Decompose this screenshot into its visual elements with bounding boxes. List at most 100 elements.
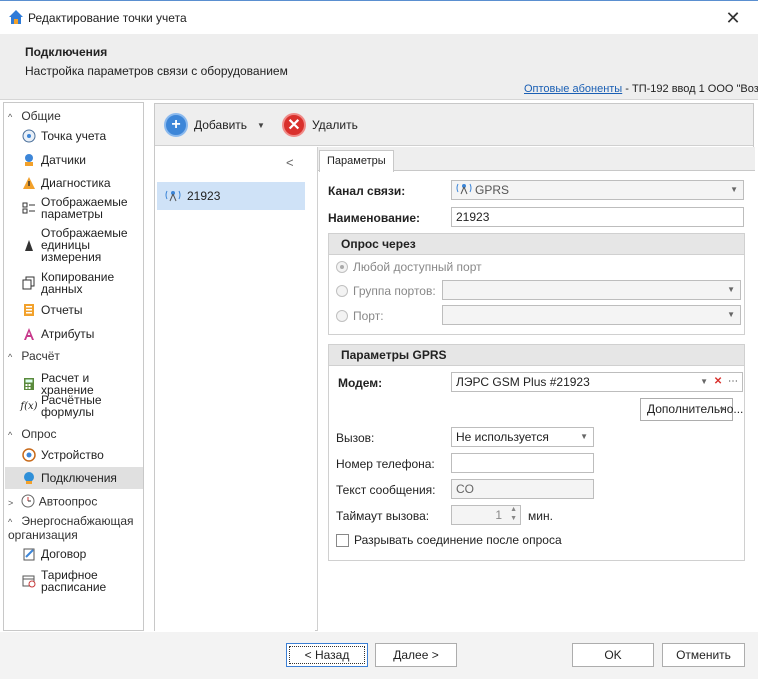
nav-item-attributes[interactable]: Атрибуты [22, 327, 94, 341]
list-item-label: 21923 [187, 189, 221, 203]
radio-any-port[interactable]: Любой доступный порт [336, 260, 482, 274]
window-title: Редактирование точки учета [28, 11, 187, 25]
nav-item-device[interactable]: Устройство [22, 448, 104, 462]
nav-item-tariff[interactable]: Тарифное расписание [22, 569, 143, 593]
clear-icon[interactable]: ✕ [714, 376, 722, 387]
next-button[interactable]: Далее > [375, 643, 457, 667]
chevron-down-icon[interactable]: ▼ [700, 377, 708, 386]
gprs-title: Параметры GPRS [329, 345, 744, 366]
nav-item-label: Автоопрос [38, 494, 98, 509]
channel-select[interactable]: GPRS ▼ [451, 180, 744, 200]
chevron-down-icon: ▼ [727, 310, 735, 319]
port-select[interactable]: ▼ [442, 305, 741, 325]
formula-icon: f(x) [20, 400, 38, 412]
nav-item-formulas[interactable]: f(x) Расчётные формулы [20, 393, 143, 419]
meter-point-icon [22, 129, 36, 143]
chevron-down-icon[interactable]: ▼ [257, 121, 265, 130]
nav-group-calculation[interactable]: ^ Расчёт [8, 349, 60, 363]
nav-item-label: Диагностика [41, 176, 111, 190]
delete-icon: ✕ [282, 113, 306, 137]
chevron-up-icon: ^ [8, 352, 13, 362]
spin-icon[interactable]: ▲ ▼ [510, 505, 517, 523]
nav-item-meter-point[interactable]: Точка учета [22, 129, 106, 143]
nav-item-label: Отчеты [41, 303, 83, 317]
poll-via-title: Опрос через [329, 234, 744, 255]
radio-icon [336, 261, 348, 273]
nav-item-label: Атрибуты [41, 327, 95, 341]
tab-parameters[interactable]: Параметры [319, 150, 394, 172]
copy-icon [22, 276, 36, 290]
nav-item-autopoll[interactable]: > Автоопрос [8, 494, 97, 511]
ok-button[interactable]: OK [572, 643, 654, 667]
call-value: Не используется [456, 430, 549, 444]
clock-icon [21, 494, 35, 511]
nav-item-copy-data[interactable]: Копирование данных [22, 271, 143, 295]
nav-item-label: Расчётные формулы [41, 393, 102, 419]
breadcrumb: Оптовые абоненты - ТП-192 ввод 1 ООО "Во… [524, 83, 758, 95]
breadcrumb-link[interactable]: Оптовые абоненты [524, 83, 622, 95]
device-icon [22, 448, 36, 462]
page-title: Подключения [25, 45, 108, 59]
modem-actions: ▼ ✕ ⋯ [700, 373, 738, 391]
chevron-down-icon: ▼ [718, 405, 726, 414]
timeout-stepper[interactable]: 1 ▲ ▼ [451, 505, 521, 525]
disconnect-checkbox[interactable]: Разрывать соединение после опроса [336, 533, 562, 547]
port-group-select[interactable]: ▼ [442, 280, 741, 300]
nav-item-connections[interactable]: Подключения [5, 467, 143, 489]
chevron-down-icon: ▼ [727, 285, 735, 294]
chevron-down-icon: ▼ [730, 185, 738, 194]
connection-list: < 21923 [155, 147, 315, 631]
nav-group-polling[interactable]: ^ Опрос [8, 427, 57, 441]
nav-item-diagnostics[interactable]: Диагностика [22, 176, 111, 190]
back-button[interactable]: < Назад [286, 643, 368, 667]
name-field[interactable]: 21923 [451, 207, 744, 227]
name-label: Наименование: [328, 211, 421, 225]
checkbox-icon [336, 533, 349, 547]
report-icon [22, 303, 36, 317]
modem-label: Модем: [338, 376, 383, 390]
modem-select[interactable]: ЛЭРС GSM Plus #21923 ▼ ✕ ⋯ [451, 372, 743, 392]
nav-item-label: Договор [41, 547, 87, 561]
toolbar: + Добавить ▼ ✕ Удалить [155, 104, 753, 146]
list-item[interactable]: 21923 [157, 182, 305, 210]
nav-item-display-params[interactable]: Отображаемые параметры [22, 196, 143, 220]
add-label: Добавить [194, 118, 248, 132]
phone-field[interactable] [451, 453, 594, 473]
nav-item-label: Датчики [41, 153, 86, 167]
nav-group-label: Энергоснабжающая организация [8, 514, 134, 542]
nav-group-general[interactable]: ^ Общие [8, 109, 61, 123]
advanced-label: Дополнительно... [647, 402, 744, 416]
nav-group-label: Общие [21, 109, 61, 123]
nav-item-label: Тарифное расписание [41, 568, 107, 594]
add-button[interactable]: + Добавить ▼ [164, 113, 265, 137]
close-icon[interactable]: ✕ [718, 5, 748, 31]
radio-icon [336, 285, 348, 297]
nav-item-display-units[interactable]: Отображаемые единицы измерения [22, 227, 143, 263]
advanced-button[interactable]: Дополнительно... ▼ [640, 398, 743, 421]
nav-group-supplier[interactable]: ^ Энергоснабжающая организация [8, 515, 143, 542]
phone-label: Номер телефона: [336, 457, 435, 471]
antenna-icon [456, 181, 472, 200]
main-panel: + Добавить ▼ ✕ Удалить < 21923 Параметры… [154, 103, 755, 631]
call-select[interactable]: Не используется ▼ [451, 427, 594, 447]
nav-item-contract[interactable]: Договор [22, 547, 86, 561]
call-label: Вызов: [336, 431, 375, 445]
more-icon[interactable]: ⋯ [728, 376, 738, 387]
tab-strip: Параметры [318, 147, 755, 172]
nav-item-sensors[interactable]: Датчики [22, 153, 86, 167]
disconnect-label: Разрывать соединение после опроса [354, 533, 562, 547]
radio-port-group[interactable]: Группа портов: [336, 284, 436, 298]
contract-icon [22, 547, 36, 561]
cancel-button[interactable]: Отменить [662, 643, 745, 667]
channel-value: GPRS [475, 183, 510, 197]
radio-port[interactable]: Порт: [336, 309, 384, 323]
radio-label: Любой доступный порт [353, 260, 482, 274]
chevron-left-icon[interactable]: < [286, 155, 294, 170]
sms-field[interactable]: CO [451, 479, 594, 499]
timeout-value: 1 [495, 508, 502, 522]
nav-item-reports[interactable]: Отчеты [22, 303, 82, 317]
chevron-right-icon: > [8, 497, 14, 508]
tariff-icon [22, 574, 36, 588]
nav-group-label: Опрос [21, 427, 57, 441]
delete-button[interactable]: ✕ Удалить [282, 113, 358, 137]
